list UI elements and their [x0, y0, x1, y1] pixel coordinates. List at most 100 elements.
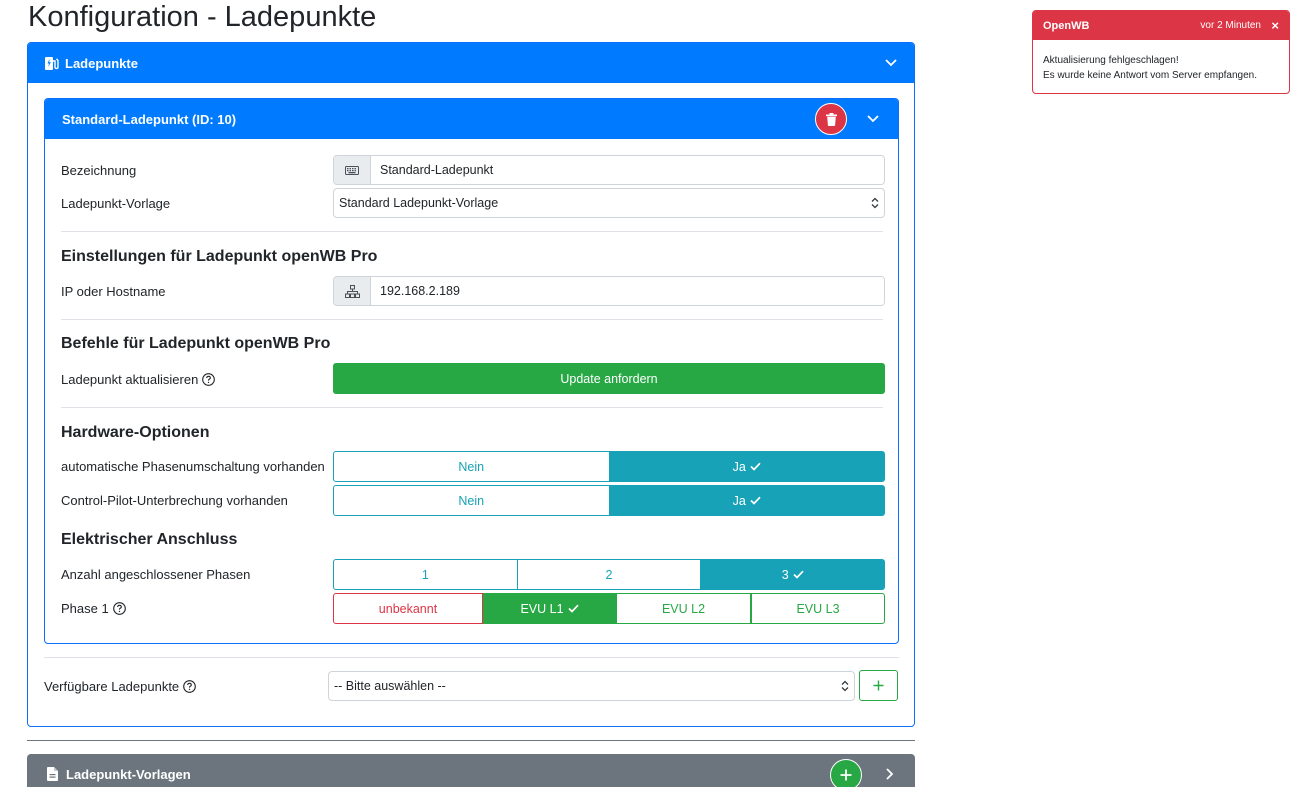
check-icon — [567, 604, 579, 613]
cp-interrupt-label: Control-Pilot-Unterbrechung vorhanden — [61, 492, 288, 508]
phase1-evu-l2-button[interactable]: EVU L2 — [617, 593, 751, 624]
cp-interrupt-yes-button[interactable]: Ja — [609, 485, 885, 516]
ip-row: IP oder Hostname 192.168.2.189 — [61, 276, 885, 306]
select-caret-icon — [871, 197, 879, 212]
option-label: EVU L3 — [796, 601, 840, 616]
network-icon — [334, 277, 371, 305]
phase1-label: Phase 1 — [61, 600, 109, 616]
phases-toggle: 1 2 3 — [333, 559, 886, 590]
toast-header: OpenWB vor 2 Minuten × — [1033, 11, 1289, 40]
option-label: EVU L1 — [520, 601, 564, 616]
trash-icon — [825, 112, 837, 126]
question-circle-icon[interactable] — [112, 601, 126, 615]
vorlage-row: Ladepunkt-Vorlage Standard Ladepunkt-Vor… — [61, 188, 885, 218]
option-label: EVU L2 — [661, 601, 706, 616]
hardware-title: Hardware-Optionen — [61, 424, 210, 441]
check-icon — [750, 462, 761, 471]
ladepunkte-card: Ladepunkte Standard-Ladepunkt (ID: 10) B… — [27, 42, 915, 727]
add-chargepoint-button[interactable] — [859, 670, 898, 701]
delete-button[interactable] — [815, 103, 847, 135]
divider — [61, 407, 883, 408]
option-label: 3 — [781, 567, 789, 582]
phases-row: Anzahl angeschlossener Phasen 1 2 3 — [61, 559, 886, 590]
ip-input[interactable]: 192.168.2.189 — [371, 277, 884, 305]
add-template-button[interactable] — [830, 759, 862, 787]
option-label: Nein — [458, 459, 485, 474]
electrical-title: Elektrischer Anschluss — [61, 531, 238, 548]
phase1-row: Phase 1 unbekannt EVU L1 EVU L2 EVU L3 — [61, 593, 885, 624]
vorlage-select-value: Standard Ladepunkt-Vorlage — [339, 196, 499, 210]
select-caret-icon — [841, 680, 849, 695]
standard-ladepunkt-card-header[interactable]: Standard-Ladepunkt (ID: 10) — [45, 99, 898, 139]
plus-icon — [840, 769, 852, 781]
chevron-down-icon[interactable] — [865, 111, 881, 127]
question-circle-icon[interactable] — [202, 372, 216, 386]
phase1-evu-l3-button[interactable]: EVU L3 — [751, 593, 885, 624]
charging-station-icon — [45, 56, 59, 70]
phase1-unknown-button[interactable]: unbekannt — [333, 593, 483, 624]
available-label-wrap: Verfügbare Ladepunkte — [44, 671, 315, 701]
update-label: Ladepunkt aktualisieren — [61, 371, 199, 387]
keyboard-icon — [334, 156, 371, 184]
error-toast: OpenWB vor 2 Minuten × Aktualisierung fe… — [1032, 10, 1290, 94]
phases-3-button[interactable]: 3 — [701, 559, 886, 590]
divider — [61, 231, 883, 232]
question-circle-icon[interactable] — [183, 679, 197, 693]
cp-interrupt-no-button[interactable]: Nein — [333, 485, 610, 516]
update-request-button[interactable]: Update anfordern — [333, 363, 885, 394]
cp-interrupt-toggle: Nein Ja — [333, 485, 885, 516]
toast-message-line2: Es wurde keine Antwort vom Server empfan… — [1043, 70, 1257, 81]
phase-switch-yes-button[interactable]: Ja — [609, 451, 885, 482]
close-icon[interactable]: × — [1271, 18, 1279, 33]
divider — [61, 319, 883, 320]
available-label: Verfügbare Ladepunkte — [44, 678, 180, 694]
bezeichnung-field: Standard-Ladepunkt — [333, 155, 885, 185]
templates-card-title: Ladepunkt-Vorlagen — [66, 766, 191, 782]
check-icon — [793, 570, 804, 579]
vorlage-label: Ladepunkt-Vorlage — [61, 195, 171, 211]
phase1-label-wrap: Phase 1 — [61, 601, 333, 616]
toast-message-line1: Aktualisierung fehlgeschlagen! — [1043, 55, 1179, 66]
phases-2-button[interactable]: 2 — [517, 559, 702, 590]
phase-switch-no-button[interactable]: Nein — [333, 451, 610, 482]
cp-interrupt-row: Control-Pilot-Unterbrechung vorhanden Ne… — [61, 485, 885, 516]
standard-ladepunkt-card-title: Standard-Ladepunkt (ID: 10) — [62, 111, 237, 127]
toast-title: OpenWB — [1043, 19, 1090, 32]
phase1-toggle: unbekannt EVU L1 EVU L2 EVU L3 — [333, 593, 885, 624]
phase1-evu-l1-button[interactable]: EVU L1 — [483, 593, 617, 624]
commands-title: Befehle für Ladepunkt openWB Pro — [61, 335, 331, 352]
phase-switch-row: automatische Phasenumschaltung vorhanden… — [61, 451, 885, 482]
phases-1-button[interactable]: 1 — [333, 559, 518, 590]
phases-label: Anzahl angeschlossener Phasen — [61, 566, 251, 582]
available-select-value: -- Bitte auswählen -- — [334, 679, 446, 693]
option-label: 1 — [421, 567, 429, 582]
phase-switch-toggle: Nein Ja — [333, 451, 885, 482]
toast-body: Aktualisierung fehlgeschlagen! Es wurde … — [1033, 40, 1289, 93]
option-label: Ja — [732, 493, 746, 508]
chevron-down-icon[interactable] — [883, 55, 899, 71]
plus-icon — [873, 680, 884, 691]
available-select[interactable]: -- Bitte auswählen -- — [328, 671, 855, 701]
toast-time: vor 2 Minuten — [1200, 20, 1261, 31]
templates-card-header[interactable]: Ladepunkt-Vorlagen — [27, 754, 915, 787]
option-label: Ja — [732, 459, 746, 474]
vorlage-select[interactable]: Standard Ladepunkt-Vorlage — [333, 188, 885, 218]
option-label: 2 — [605, 567, 613, 582]
bezeichnung-input[interactable]: Standard-Ladepunkt — [371, 156, 884, 184]
ip-field: 192.168.2.189 — [333, 276, 885, 306]
option-label: unbekannt — [378, 601, 438, 616]
ladepunkte-card-title: Ladepunkte — [65, 55, 138, 71]
page-title: Konfiguration - Ladepunkte — [28, 1, 377, 33]
check-icon — [750, 496, 761, 505]
chevron-right-icon[interactable] — [882, 766, 898, 782]
bezeichnung-row: Bezeichnung Standard-Ladepunkt — [61, 155, 885, 185]
bezeichnung-label: Bezeichnung — [61, 162, 137, 178]
standard-ladepunkt-card: Standard-Ladepunkt (ID: 10) Bezeichnung … — [44, 98, 899, 644]
divider — [44, 657, 899, 658]
update-label-wrap: Ladepunkt aktualisieren — [61, 372, 333, 387]
update-row: Ladepunkt aktualisieren Update anfordern — [61, 363, 885, 394]
ladepunkte-card-header[interactable]: Ladepunkte — [28, 43, 914, 83]
settings-title: Einstellungen für Ladepunkt openWB Pro — [61, 248, 378, 265]
phase-switch-label: automatische Phasenumschaltung vorhanden — [61, 458, 325, 474]
option-label: Nein — [458, 493, 485, 508]
